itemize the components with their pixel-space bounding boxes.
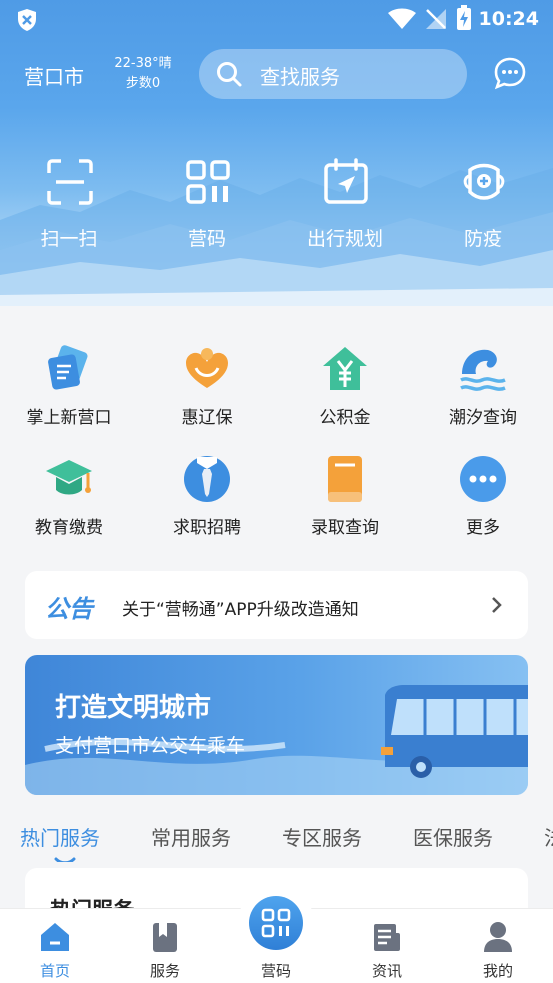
center-qr-button[interactable] xyxy=(249,896,303,950)
tab-zone-services[interactable]: 专区服务 xyxy=(282,822,362,851)
quick-action-scan[interactable]: 扫一扫 xyxy=(9,158,129,258)
nav-home[interactable]: 首页 xyxy=(0,909,110,983)
promo-banner[interactable]: 打造文明城市 支付营口市公交车乘车 xyxy=(25,655,528,795)
shield-icon xyxy=(18,9,36,31)
house-yuan-icon xyxy=(323,347,367,390)
user-icon xyxy=(484,922,512,952)
service-item-huiliaobao[interactable]: 惠辽保 xyxy=(147,344,267,436)
wifi-icon xyxy=(388,8,416,29)
news-card-icon xyxy=(48,345,88,390)
newspaper-icon xyxy=(374,924,400,951)
tab-hot-services[interactable]: 热门服务 xyxy=(20,822,100,851)
quick-action-label: 营码 xyxy=(187,228,226,250)
service-grid: 掌上新营口 惠辽保 公积金 潮汐查询 教育缴费 求职招聘 录取查询 更多 xyxy=(0,306,553,556)
heart-hands-icon xyxy=(186,348,228,388)
more-icon xyxy=(460,456,506,502)
battery-charging-icon xyxy=(457,5,471,30)
quick-action-travel[interactable]: 出行规划 xyxy=(285,158,405,258)
book-icon xyxy=(328,456,362,502)
service-label: 录取查询 xyxy=(311,518,379,538)
mask-icon xyxy=(463,163,505,200)
service-item-news[interactable]: 掌上新营口 xyxy=(9,344,129,436)
service-tabs: 热门服务 常用服务 专区服务 医保服务 法 xyxy=(0,812,553,862)
nav-label: 服务 xyxy=(149,962,180,980)
weather-text: 22-38°晴 xyxy=(114,56,172,71)
qr-code-icon xyxy=(186,160,230,204)
no-signal-icon xyxy=(426,9,446,29)
service-item-education[interactable]: 教育缴费 xyxy=(9,454,129,546)
scan-icon xyxy=(47,159,93,205)
status-time: 10:24 xyxy=(478,8,539,30)
service-label: 更多 xyxy=(466,518,500,538)
nav-label: 首页 xyxy=(39,962,70,980)
active-tab-indicator xyxy=(54,857,76,862)
service-label: 惠辽保 xyxy=(181,408,233,428)
quick-action-label: 扫一扫 xyxy=(40,228,98,250)
search-placeholder: 查找服务 xyxy=(260,65,340,89)
notice-text: 关于“营畅通”APP升级改造通知 xyxy=(122,600,359,620)
nav-mine[interactable]: 我的 xyxy=(443,909,553,983)
service-label: 教育缴费 xyxy=(35,518,103,538)
graduation-cap-icon xyxy=(46,460,92,495)
top-bar: 营口市 22-38°晴 步数0 查找服务 xyxy=(0,48,553,100)
service-item-jobs[interactable]: 求职招聘 xyxy=(147,454,267,546)
message-icon[interactable] xyxy=(493,56,527,90)
weather-widget[interactable]: 22-38°晴 步数0 xyxy=(112,54,174,94)
steps-text: 步数0 xyxy=(125,76,161,91)
search-bar[interactable]: 查找服务 xyxy=(199,49,467,99)
city-selector[interactable]: 营口市 xyxy=(24,61,84,90)
service-item-tide[interactable]: 潮汐查询 xyxy=(423,344,543,436)
nav-label: 营码 xyxy=(260,962,291,980)
wave-icon xyxy=(460,349,506,391)
quick-action-label: 防疫 xyxy=(463,228,502,250)
service-item-admission[interactable]: 录取查询 xyxy=(285,454,405,546)
quick-action-epidemic[interactable]: 防疫 xyxy=(423,158,543,258)
chevron-right-icon xyxy=(492,597,502,613)
tab-legal[interactable]: 法 xyxy=(544,822,553,851)
nav-news[interactable]: 资讯 xyxy=(332,909,442,983)
service-label: 求职招聘 xyxy=(173,518,241,538)
nav-label: 我的 xyxy=(482,962,513,980)
home-icon xyxy=(41,923,69,951)
quick-action-qr[interactable]: 营码 xyxy=(147,158,267,258)
nav-label: 资讯 xyxy=(371,962,402,980)
bus-illustration xyxy=(25,685,528,795)
notice-tag: 公告 xyxy=(45,595,93,623)
service-item-housing-fund[interactable]: 公积金 xyxy=(285,344,405,436)
service-label: 潮汐查询 xyxy=(449,408,517,428)
search-icon xyxy=(217,62,242,87)
quick-action-label: 出行规划 xyxy=(306,228,383,250)
tab-common-services[interactable]: 常用服务 xyxy=(151,822,231,851)
status-bar: 10:24 xyxy=(0,0,553,38)
nav-services[interactable]: 服务 xyxy=(110,909,220,983)
tab-medical-insurance[interactable]: 医保服务 xyxy=(413,822,493,851)
bookmark-icon xyxy=(153,923,177,952)
banner-title: 打造文明城市 xyxy=(55,693,212,723)
service-item-more[interactable]: 更多 xyxy=(423,454,543,546)
service-label: 掌上新营口 xyxy=(26,408,112,428)
qr-code-icon xyxy=(261,908,291,938)
app-root: 10:24 营口市 22-38°晴 步数0 查找服务 扫一扫 营码 出行规划 防… xyxy=(0,0,553,983)
banner-subtitle: 支付营口市公交车乘车 xyxy=(55,735,246,757)
header-hero: 10:24 营口市 22-38°晴 步数0 查找服务 扫一扫 营码 出行规划 防… xyxy=(0,0,553,306)
service-label: 公积金 xyxy=(319,408,371,428)
necktie-icon xyxy=(184,456,230,502)
calendar-navigation-icon xyxy=(324,158,368,204)
notice-bar[interactable]: 公告 关于“营畅通”APP升级改造通知 xyxy=(25,571,528,639)
